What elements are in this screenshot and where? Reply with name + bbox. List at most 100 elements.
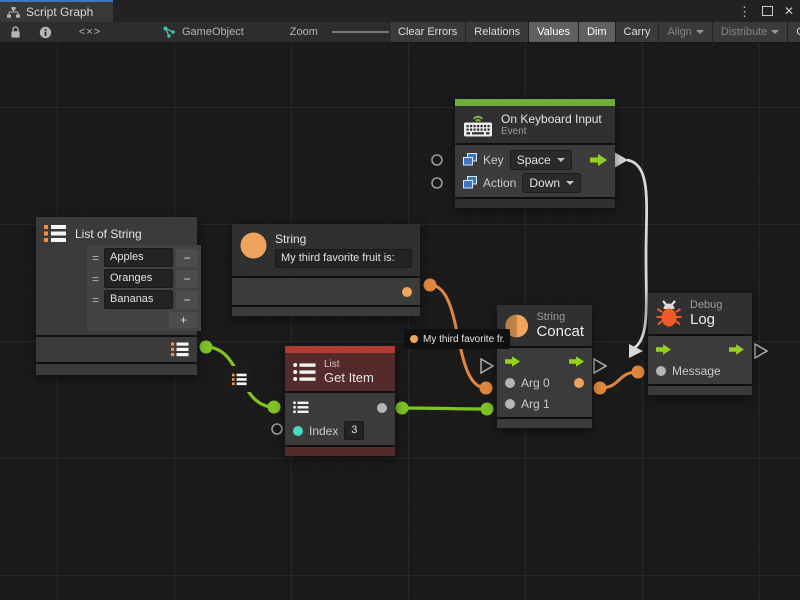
remove-item-button[interactable]: − [176,270,198,288]
control-input-arrow-icon[interactable] [505,356,520,367]
window-icon [463,153,477,166]
gameobject-icon [162,22,176,42]
chevron-down-icon [696,30,704,34]
wire-endpoint[interactable] [480,382,493,395]
node-on-keyboard-input[interactable]: On Keyboard Input Event Key Space [455,99,615,210]
result-output-port[interactable] [574,378,584,388]
control-input-arrow-icon[interactable] [656,344,671,355]
keyboard-icon [463,112,493,137]
script-graph-window: Script Graph ⋮ ✕ <×> [0,0,800,600]
add-list-item-minus[interactable]: − [176,291,198,309]
node-list-of-string[interactable]: List of String = Apples − = Oranges − = … [36,217,197,377]
graph-icon [7,7,20,18]
bug-icon [656,300,682,328]
drag-handle[interactable]: = [90,251,101,265]
node-category: List [324,359,374,370]
arg1-label: Arg 1 [521,397,550,411]
window-icon [463,176,477,189]
wire-endpoint[interactable] [396,402,409,415]
wire-getitem-to-concat[interactable] [402,408,487,409]
node-concat[interactable]: String Concat Arg 0 A [497,305,592,430]
control-output-arrow-icon[interactable] [590,154,607,166]
list-icon [44,224,66,243]
carry-button[interactable]: Carry [616,22,660,42]
wire-value-chip-list [226,366,252,392]
tab-bar: Script Graph ⋮ ✕ [0,0,800,22]
wire-endpoint[interactable] [200,341,213,354]
chevron-down-icon [771,30,779,34]
string-output-port[interactable] [402,287,412,297]
chevron-down-icon [557,158,565,162]
toolbar-buttons: Clear Errors Relations Values Dim Carry … [389,22,800,42]
index-port[interactable] [293,426,303,436]
control-output-arrow-icon[interactable] [729,344,744,355]
wire-endpoint[interactable] [594,382,607,395]
window-controls: ⋮ ✕ [738,0,794,22]
node-title: Log [690,311,722,328]
string-type-icon [240,232,267,259]
overview-button[interactable]: Overv [788,22,800,42]
maximize-icon[interactable] [762,6,773,16]
node-get-item[interactable]: List Get Item Index 3 [285,346,395,458]
tab-script-graph[interactable]: Script Graph [0,0,113,22]
list-icon [232,373,247,386]
list-item-input[interactable]: Apples [104,248,173,267]
string-value-input[interactable]: My third favorite fruit is: [275,249,412,268]
node-category: String [536,311,584,323]
message-label: Message [672,364,721,378]
distribute-dropdown[interactable]: Distribute [713,22,788,42]
drag-handle[interactable]: = [90,272,101,286]
list-icon [293,362,316,382]
info-icon[interactable] [30,22,60,42]
node-title: Get Item [324,370,374,385]
string-type-dot [410,335,418,343]
node-subtitle: Event [501,126,602,137]
dim-toggle[interactable]: Dim [579,22,616,42]
align-dropdown[interactable]: Align [659,22,712,42]
item-output-port[interactable] [377,403,387,413]
window-menu-icon[interactable]: ⋮ [738,5,751,18]
list-item-row: = Oranges − [87,268,201,289]
clear-errors-button[interactable]: Clear Errors [390,22,466,42]
arg0-port[interactable] [505,378,515,388]
close-icon[interactable]: ✕ [784,4,794,18]
list-item-row: = Apples − [87,247,201,268]
lock-icon[interactable] [0,22,30,42]
zoom-label: Zoom [290,26,318,38]
node-title: List of String [75,227,142,241]
wire-endpoint[interactable] [481,403,494,416]
message-port[interactable] [656,366,666,376]
index-label: Index [309,424,338,438]
tab-title: Script Graph [26,5,93,19]
node-title: Concat [536,323,584,340]
list-item-input[interactable]: Oranges [104,269,173,288]
tooltip-text: My third favorite fr.. [423,334,504,345]
list-input-port[interactable] [293,401,309,414]
arg0-label: Arg 0 [521,376,550,390]
gameobject-label: GameObject [182,26,244,38]
node-string-literal[interactable]: String My third favorite fruit is: [232,224,420,318]
key-dropdown[interactable]: Space [510,150,572,170]
add-item-button[interactable]: + [169,312,198,328]
list-item-input[interactable]: Bananas [104,290,173,309]
list-output-port[interactable] [171,342,189,357]
drag-handle[interactable]: = [90,293,101,307]
list-editor: = Apples − = Oranges − = Bananas − + [87,245,201,331]
values-toggle[interactable]: Values [529,22,579,42]
index-input[interactable]: 3 [344,421,364,440]
control-output-arrow-icon[interactable] [569,356,584,367]
action-dropdown[interactable]: Down [522,173,581,193]
node-debug-log[interactable]: Debug Log Message [648,293,752,397]
error-color-bar [285,346,395,353]
wire-endpoint[interactable] [268,401,281,414]
event-color-bar [455,99,615,106]
wire-endpoint[interactable] [424,279,437,292]
arg1-port[interactable] [505,399,515,409]
wire-value-tooltip: My third favorite fr.. [404,329,510,349]
relations-button[interactable]: Relations [466,22,529,42]
graph-toolbar: <×> GameObject Zoom 1x Clear Errors Rela… [0,22,800,43]
remove-item-button[interactable]: − [176,249,198,267]
wire-endpoint[interactable] [632,366,645,379]
code-icon[interactable]: <×> [60,22,120,42]
node-category: Debug [690,299,722,311]
